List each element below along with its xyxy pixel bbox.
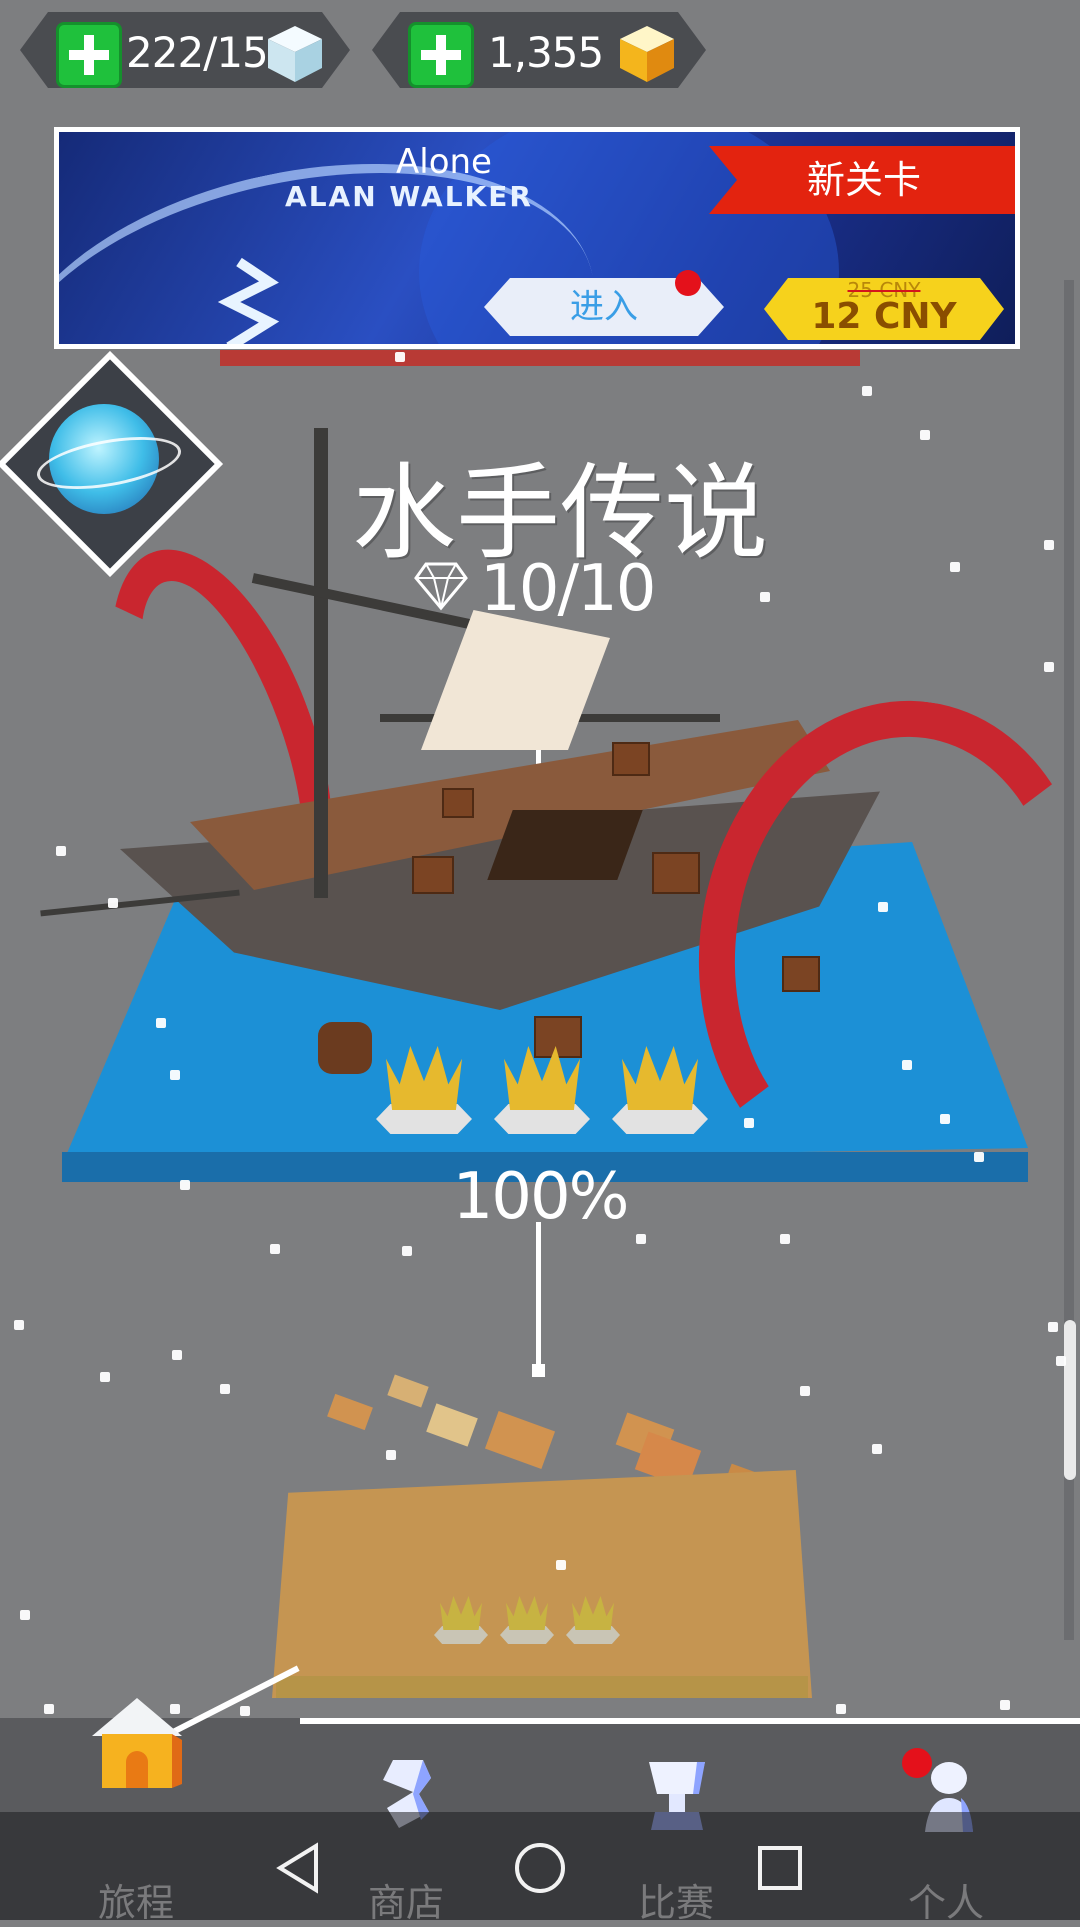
gem-counter: 1,355	[372, 12, 706, 88]
scrollbar-thumb[interactable]	[1064, 1320, 1076, 1480]
song-title: Alone	[396, 142, 492, 182]
crown-icon	[498, 1590, 556, 1646]
path-line-bottom	[536, 1222, 541, 1372]
main-mast	[314, 428, 328, 898]
diamond-icon	[414, 562, 468, 611]
deck-hatch	[487, 810, 643, 880]
add-gems-button[interactable]	[408, 22, 474, 88]
sail	[421, 610, 610, 750]
white-cube-icon	[264, 22, 326, 84]
crown-icon	[490, 1030, 594, 1140]
recents-icon[interactable]	[752, 1840, 808, 1896]
price-tag[interactable]: 25 CNY 12 CNY	[764, 278, 1004, 340]
tile	[426, 1403, 478, 1447]
back-icon[interactable]	[272, 1840, 328, 1896]
crate	[782, 956, 820, 992]
new-price: 12 CNY	[811, 296, 957, 337]
notification-dot	[675, 270, 701, 296]
barrel	[318, 1022, 372, 1074]
crown-icon	[608, 1030, 712, 1140]
crown-icon	[564, 1590, 622, 1646]
sand-platform-edge	[276, 1676, 808, 1698]
tile	[387, 1374, 429, 1408]
gold-cube-icon	[616, 22, 678, 84]
sand-platform	[272, 1470, 812, 1698]
zigzag-track-icon	[217, 257, 280, 344]
crate	[442, 788, 474, 818]
promo-banner[interactable]: Alone ALAN WALKER 新关卡 进入 25 CNY 12 CNY	[54, 127, 1020, 349]
tile	[484, 1410, 556, 1470]
cube-count: 222/15	[126, 28, 268, 77]
crate	[412, 856, 454, 894]
crate	[652, 852, 700, 894]
new-level-tag: 新关卡	[709, 146, 1015, 214]
crown-icon	[372, 1030, 476, 1140]
song-artist: ALAN WALKER	[285, 180, 533, 213]
crate	[612, 742, 650, 776]
gem-total: 1,355	[488, 28, 604, 77]
tile	[327, 1393, 373, 1431]
banner-shelf	[220, 350, 860, 366]
path-node	[532, 1364, 545, 1377]
crown-icon	[432, 1590, 490, 1646]
gem-progress: 10/10	[480, 552, 656, 626]
add-cubes-button[interactable]	[56, 22, 122, 88]
notification-dot	[902, 1748, 932, 1778]
home-circle-icon[interactable]	[512, 1840, 568, 1896]
cube-counter: 222/15	[20, 12, 350, 88]
